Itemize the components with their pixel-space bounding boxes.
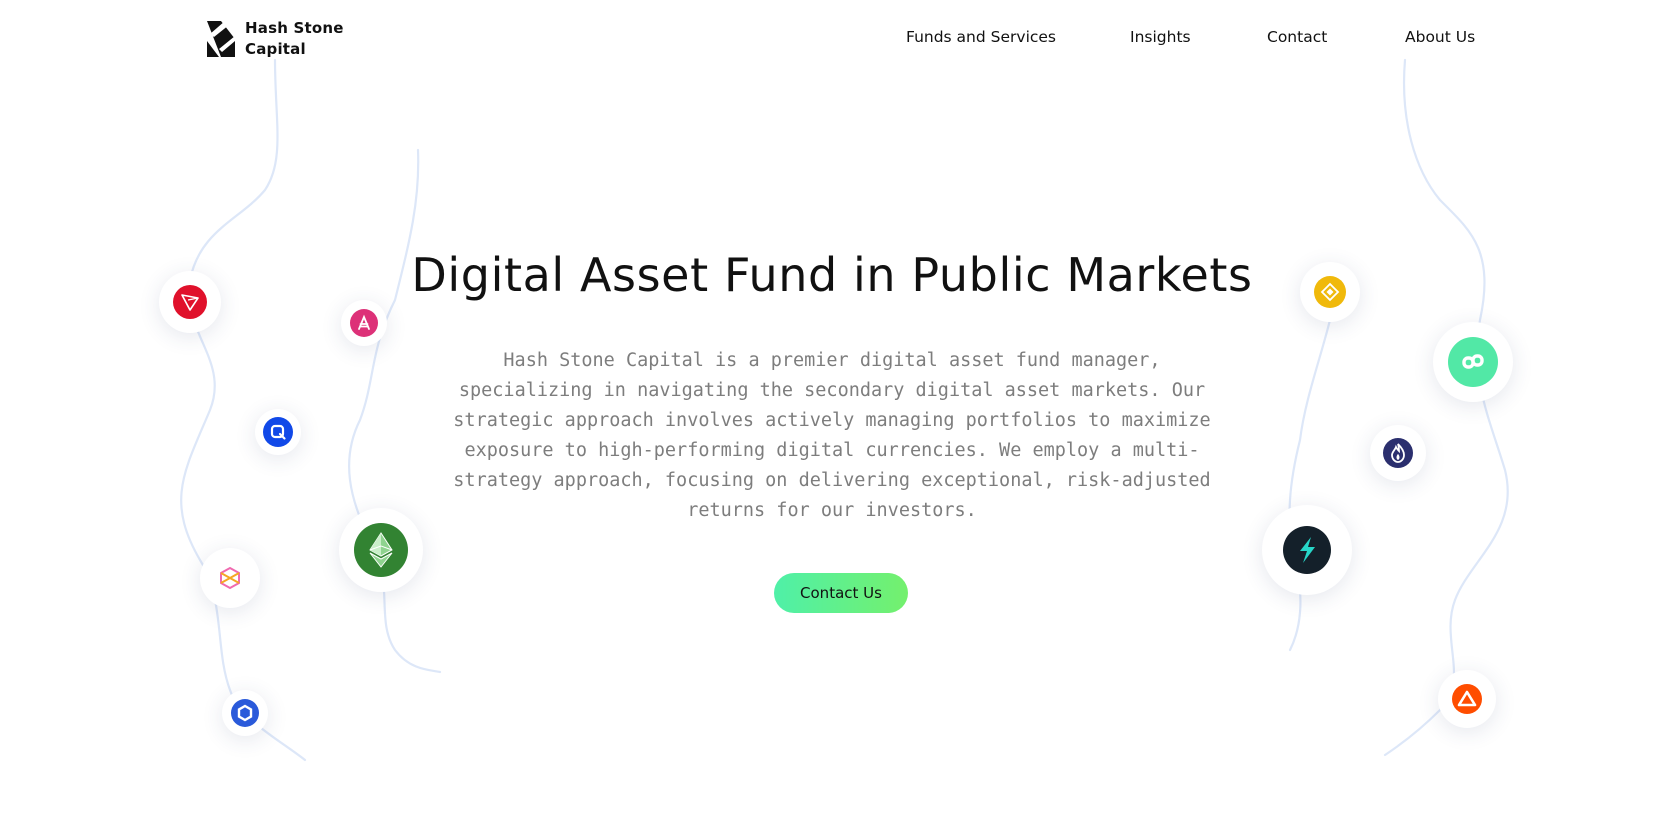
landing-page: Hash Stone Capital Funds and Services In… xyxy=(0,0,1664,834)
chainlink-icon xyxy=(237,704,253,722)
coin-badge-quant xyxy=(255,409,301,455)
cube-icon xyxy=(220,566,240,590)
arrow-icon xyxy=(1457,690,1477,707)
flame-icon xyxy=(1391,443,1405,463)
flow-icon xyxy=(1462,354,1484,369)
coin-badge-thunder xyxy=(1262,505,1352,595)
nav-funds-and-services[interactable]: Funds and Services xyxy=(906,28,1056,46)
cash-icon xyxy=(358,314,370,330)
main-nav: Funds and Services Insights Contact Abou… xyxy=(0,28,1664,48)
coin-badge-flow xyxy=(1433,322,1513,402)
nav-contact[interactable]: Contact xyxy=(1267,28,1327,46)
nav-insights[interactable]: Insights xyxy=(1130,28,1191,46)
quant-icon xyxy=(270,424,286,440)
contact-us-button[interactable]: Contact Us xyxy=(774,573,908,613)
hero-description: Hash Stone Capital is a premier digital … xyxy=(453,350,1211,521)
nav-about-us[interactable]: About Us xyxy=(1405,28,1475,46)
coin-badge-ethereum-classic xyxy=(339,508,423,592)
coin-badge-bnb xyxy=(1300,262,1360,322)
coin-badge-cash xyxy=(341,300,387,346)
thunder-icon xyxy=(1300,537,1315,563)
bnb-icon xyxy=(1320,282,1340,302)
coin-badge-flame xyxy=(1370,425,1426,481)
hero-title: Digital Asset Fund in Public Markets xyxy=(411,248,1253,302)
coin-badge-arrow xyxy=(1438,670,1496,728)
tron-icon xyxy=(181,294,199,311)
coin-badge-tron xyxy=(159,271,221,333)
coin-badge-chainlink xyxy=(222,690,268,736)
coin-badge-cube xyxy=(200,548,260,608)
ethereum-classic-icon xyxy=(369,532,393,568)
